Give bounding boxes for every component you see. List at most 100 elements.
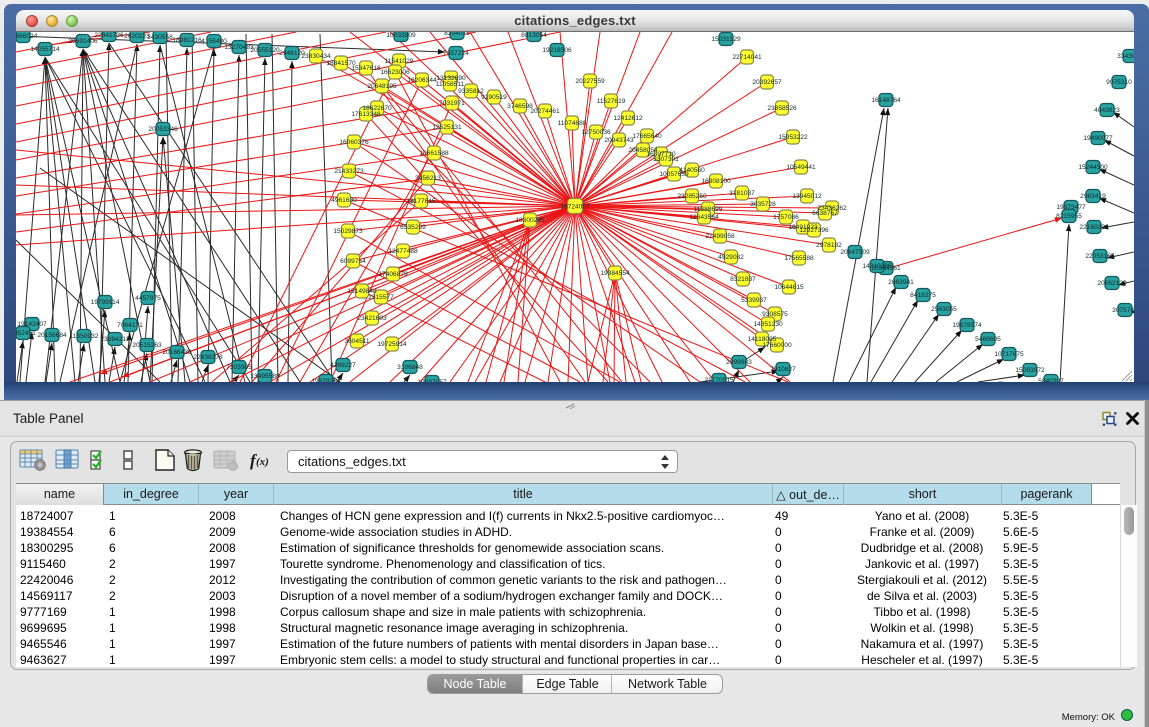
svg-text:10033809: 10033809 (386, 32, 416, 39)
svg-text:20053346: 20053346 (148, 126, 178, 133)
svg-text:2315577: 2315577 (368, 294, 394, 301)
svg-text:17565588: 17565588 (784, 255, 814, 262)
svg-text:19142407: 19142407 (17, 321, 47, 328)
svg-text:2563055: 2563055 (931, 306, 957, 313)
svg-text:3035728: 3035728 (750, 201, 776, 208)
svg-text:18177615: 18177615 (406, 198, 436, 205)
svg-text:12643564: 12643564 (689, 214, 719, 221)
svg-text:20166438: 20166438 (162, 349, 192, 356)
svg-text:10057659: 10057659 (659, 171, 689, 178)
svg-text:20515263: 20515263 (132, 342, 162, 349)
svg-text:17406879: 17406879 (378, 271, 408, 278)
svg-text:3307301: 3307301 (653, 156, 679, 163)
svg-text:20392657: 20392657 (752, 79, 782, 86)
svg-text:23884213: 23884213 (100, 336, 130, 343)
svg-text:19218506: 19218506 (542, 47, 572, 54)
svg-text:12750036: 12750036 (581, 129, 611, 136)
svg-text:22714041: 22714041 (732, 54, 762, 61)
svg-text:8813054: 8813054 (521, 32, 547, 39)
svg-text:4043823: 4043823 (1094, 107, 1120, 114)
svg-text:10644615: 10644615 (774, 284, 804, 291)
svg-text:20156684: 20156684 (37, 332, 67, 339)
svg-text:10549441: 10549441 (786, 164, 816, 171)
svg-text:16623006: 16623006 (380, 69, 410, 76)
svg-text:6638767: 6638767 (812, 210, 838, 217)
svg-text:2978182: 2978182 (816, 242, 842, 249)
svg-text:23858526: 23858526 (767, 105, 797, 112)
svg-text:17665640: 17665640 (632, 133, 662, 140)
svg-text:17660000: 17660000 (762, 342, 792, 349)
svg-text:2983419: 2983419 (1080, 193, 1106, 200)
svg-text:6535209: 6535209 (400, 224, 426, 231)
svg-text:5468605: 5468605 (975, 336, 1001, 343)
svg-text:12525131: 12525131 (432, 124, 462, 131)
svg-text:20562129: 20562129 (1097, 280, 1127, 287)
svg-text:16060376: 16060376 (339, 139, 369, 146)
svg-text:12477488: 12477488 (388, 248, 418, 255)
svg-text:2999883: 2999883 (726, 359, 752, 366)
svg-text:3604511: 3604511 (344, 338, 370, 345)
svg-text:6099754: 6099754 (340, 258, 366, 265)
svg-text:22053165: 22053165 (1085, 253, 1115, 260)
svg-text:3456213: 3456213 (415, 175, 441, 182)
svg-text:11058511: 11058511 (436, 81, 465, 88)
svg-text:(x): (x) (256, 456, 269, 468)
svg-text:19379254: 19379254 (311, 378, 341, 382)
svg-text:20943743: 20943743 (604, 137, 634, 144)
svg-text:7303905: 7303905 (226, 364, 252, 371)
svg-text:20274461: 20274461 (530, 108, 560, 115)
svg-text:18981216: 18981216 (172, 37, 202, 44)
svg-text:23830434: 23830434 (301, 53, 331, 60)
svg-text:1757086: 1757086 (773, 214, 799, 221)
svg-text:4952451: 4952451 (16, 330, 36, 337)
svg-text:2663941: 2663941 (888, 279, 914, 286)
svg-text:18300295: 18300295 (515, 217, 545, 224)
svg-text:20647509: 20647509 (840, 249, 870, 256)
svg-text:16908100: 16908100 (701, 178, 731, 185)
svg-text:15063972: 15063972 (1015, 367, 1045, 374)
svg-text:18724007: 18724007 (560, 204, 590, 211)
svg-text:13495588: 13495588 (250, 373, 280, 380)
svg-text:15029873: 15029873 (333, 228, 363, 235)
svg-text:4929082: 4929082 (718, 254, 744, 261)
svg-text:12927396: 12927396 (799, 227, 829, 234)
svg-text:19490077: 19490077 (1083, 135, 1113, 142)
svg-text:20555120: 20555120 (250, 47, 280, 54)
svg-text:4269227: 4269227 (330, 362, 356, 369)
svg-text:22438378: 22438378 (193, 354, 223, 361)
svg-text:9075310: 9075310 (1106, 79, 1132, 86)
svg-text:23421603: 23421603 (357, 315, 387, 322)
svg-text:8215955: 8215955 (1056, 213, 1082, 220)
svg-text:5840397: 5840397 (1038, 378, 1064, 382)
svg-text:8418275: 8418275 (910, 292, 936, 299)
svg-text:10717675: 10717675 (994, 351, 1024, 358)
svg-text:9308575: 9308575 (762, 311, 788, 318)
svg-text:3343959: 3343959 (1117, 53, 1134, 60)
svg-text:15347616: 15347616 (351, 65, 381, 72)
svg-text:19799114: 19799114 (91, 299, 120, 306)
svg-text:8204075: 8204075 (444, 32, 470, 37)
svg-text:20227559: 20227559 (575, 78, 605, 85)
svg-text:14351230: 14351230 (753, 321, 783, 328)
svg-text:3746598: 3746598 (507, 103, 533, 110)
svg-text:3075745: 3075745 (1112, 307, 1134, 314)
svg-text:19937057: 19937057 (417, 379, 447, 382)
svg-text:3106848: 3106848 (397, 364, 423, 371)
svg-text:7064171: 7064171 (117, 322, 143, 329)
svg-text:22160294: 22160294 (1079, 224, 1109, 231)
svg-text:16206344: 16206344 (407, 77, 437, 84)
svg-text:11527619: 11527619 (597, 98, 626, 105)
svg-text:15953222: 15953222 (778, 134, 808, 141)
svg-text:21499058: 21499058 (705, 233, 735, 240)
svg-text:19973477: 19973477 (1056, 204, 1086, 211)
svg-text:11388699: 11388699 (694, 206, 723, 213)
svg-text:7031971: 7031971 (439, 100, 465, 107)
svg-text:11541029: 11541029 (385, 58, 414, 65)
svg-text:17613348: 17613348 (351, 111, 381, 118)
svg-text:11866024: 11866024 (16, 33, 38, 40)
svg-text:21770515: 21770515 (704, 377, 734, 382)
svg-text:11350932: 11350932 (70, 333, 99, 340)
svg-text:21433273: 21433273 (334, 168, 364, 175)
svg-text:16148764: 16148764 (871, 97, 901, 104)
svg-text:19384554: 19384554 (600, 270, 630, 277)
